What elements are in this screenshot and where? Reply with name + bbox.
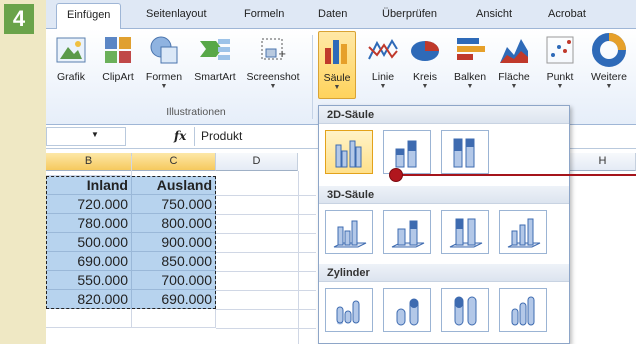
table-cell[interactable]: 500.000	[46, 233, 132, 252]
3d-percent-stacked-column-option[interactable]	[441, 210, 489, 254]
column-header-c[interactable]: C	[132, 153, 216, 171]
3d-stacked-column-option[interactable]	[383, 210, 431, 254]
grid-line	[298, 171, 299, 344]
cylinder-3d-option[interactable]	[499, 288, 547, 332]
stacked-column-icon	[395, 140, 417, 168]
doughnut-chart-icon	[592, 33, 626, 67]
cylinder-percent-stacked-icon	[454, 296, 477, 326]
picture-button[interactable]: Grafik	[54, 33, 88, 83]
grid-line	[216, 271, 316, 272]
header-cell-inland[interactable]: Inland	[46, 176, 132, 195]
percent-stacked-column-option[interactable]	[441, 130, 489, 174]
table-cell[interactable]: 900.000	[132, 233, 216, 252]
table-cell[interactable]: 690.000	[46, 252, 132, 271]
table-cell[interactable]: 690.000	[132, 290, 216, 309]
smartart-icon	[200, 39, 230, 60]
tab-daten[interactable]: Daten	[318, 8, 347, 20]
tab-formeln[interactable]: Formeln	[244, 8, 284, 20]
bar-chart-button[interactable]: Balken ▼	[450, 33, 490, 91]
excel-window: Einfügen Seitenlayout Formeln Daten Über…	[46, 0, 636, 344]
scatter-chart-button[interactable]: Punkt ▼	[540, 33, 580, 91]
cylinder-stacked-option[interactable]	[383, 288, 431, 332]
line-chart-button[interactable]: Linie ▼	[366, 33, 400, 91]
cylinder-clustered-icon	[336, 300, 360, 325]
shapes-icon	[150, 36, 178, 64]
other-charts-button[interactable]: Weitere ▼	[586, 33, 632, 91]
tab-ueberpruefen[interactable]: Überprüfen	[382, 8, 437, 20]
column-chart-button[interactable]: Säule ▼	[318, 31, 356, 99]
table-cell[interactable]: 550.000	[46, 271, 132, 290]
area-chart-button[interactable]: Fläche ▼	[494, 33, 534, 91]
step-number-badge: 4	[4, 4, 34, 34]
bar-chart-icon	[457, 38, 485, 60]
cylinder-percent-stacked-option[interactable]	[441, 288, 489, 332]
grid-line	[216, 214, 316, 215]
table-cell[interactable]: 780.000	[46, 214, 132, 233]
tab-einfuegen[interactable]: Einfügen	[56, 3, 122, 30]
stacked-column-option[interactable]	[383, 130, 431, 174]
clipart-button[interactable]: ClipArt	[96, 33, 140, 83]
3d-column-icon	[507, 218, 541, 248]
svg-text:+: +	[278, 49, 286, 60]
area-chart-icon	[500, 39, 528, 63]
gallery-section-2d: 2D-Säule	[319, 106, 569, 124]
grid-line	[216, 195, 316, 196]
fx-icon[interactable]: fx	[174, 129, 186, 143]
table-cell[interactable]: 800.000	[132, 214, 216, 233]
table-cell[interactable]: 850.000	[132, 252, 216, 271]
3d-clustered-column-icon	[333, 220, 367, 248]
gallery-section-3d: 3D-Säule	[319, 186, 569, 204]
group-separator	[312, 35, 313, 119]
pie-chart-icon	[411, 41, 439, 61]
gallery-section-zylinder: Zylinder	[319, 264, 569, 282]
tab-seitenlayout[interactable]: Seitenlayout	[146, 8, 207, 20]
ribbon-tab-bar: Einfügen Seitenlayout Formeln Daten Über…	[46, 0, 636, 30]
clustered-column-option[interactable]	[325, 130, 373, 174]
3d-percent-stacked-column-icon	[449, 218, 483, 248]
3d-column-option[interactable]	[499, 210, 547, 254]
column-header-h[interactable]: H	[570, 153, 636, 171]
clipart-icon	[105, 37, 131, 63]
3d-clustered-column-option[interactable]	[325, 210, 373, 254]
grid-line	[216, 252, 316, 253]
tab-acrobat[interactable]: Acrobat	[548, 8, 586, 20]
table-cell[interactable]: 820.000	[46, 290, 132, 309]
3d-stacked-column-icon	[391, 220, 425, 248]
screenshot-icon: +	[261, 38, 286, 60]
screenshot-button[interactable]: + Screenshot ▼	[244, 33, 302, 91]
line-chart-icon	[368, 39, 398, 60]
table-cell[interactable]: 720.000	[46, 195, 132, 214]
callout-marker	[389, 168, 403, 182]
cylinder-stacked-icon	[396, 298, 419, 326]
tab-ansicht[interactable]: Ansicht	[476, 8, 512, 20]
pie-chart-button[interactable]: Kreis ▼	[408, 33, 442, 91]
shapes-button[interactable]: Formen ▼	[144, 33, 184, 91]
column-chart-icon	[325, 40, 347, 64]
column-chart-gallery: 2D-Säule 3D-Säule Zylinder	[318, 105, 570, 344]
chevron-down-icon[interactable]: ▼	[91, 130, 99, 139]
callout-line	[396, 174, 636, 176]
grid-line	[216, 290, 316, 291]
table-cell[interactable]: 700.000	[132, 271, 216, 290]
scatter-chart-icon	[546, 36, 574, 64]
grid-line	[216, 233, 316, 234]
clustered-column-icon	[335, 140, 362, 168]
name-box[interactable]: ▼	[46, 127, 126, 146]
table-cell[interactable]: 750.000	[132, 195, 216, 214]
cylinder-3d-icon	[511, 296, 535, 326]
picture-icon	[56, 37, 86, 63]
smartart-button[interactable]: SmartArt	[190, 33, 240, 83]
header-cell-ausland[interactable]: Ausland	[132, 176, 216, 195]
grid-line	[216, 309, 316, 310]
grid-line	[216, 328, 316, 329]
column-header-d[interactable]: D	[216, 153, 298, 171]
percent-stacked-column-icon	[453, 138, 475, 168]
cylinder-clustered-option[interactable]	[325, 288, 373, 332]
group-label-illustrationen: Illustrationen	[166, 106, 226, 118]
